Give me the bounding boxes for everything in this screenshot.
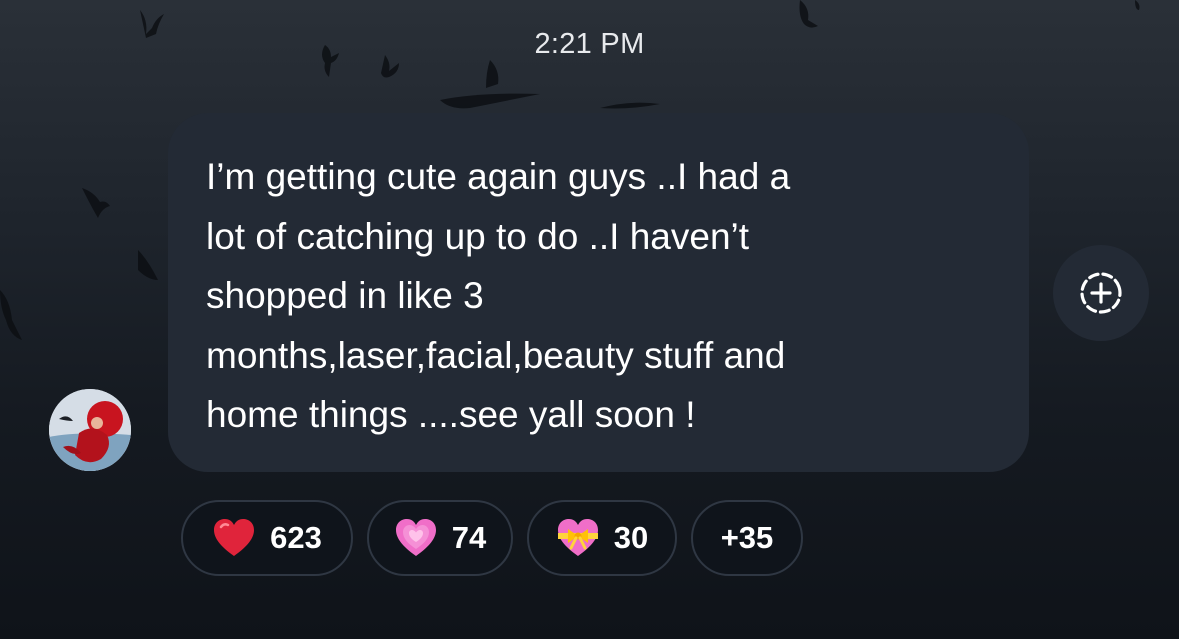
bird-silhouette [486, 60, 499, 88]
add-reaction-button[interactable] [1053, 245, 1149, 341]
growing-heart-icon [394, 518, 438, 558]
reaction-heart-with-ribbon[interactable]: 30 [527, 500, 677, 576]
add-reaction-icon [1080, 272, 1122, 314]
message-line: months,laser,facial,beauty stuff and [206, 334, 786, 376]
message-line: lot of catching up to do ..I haven’t [206, 215, 750, 257]
bird-silhouette [82, 188, 110, 218]
bird-silhouette [600, 102, 660, 109]
reaction-count: 30 [613, 520, 649, 555]
bird-silhouette [0, 290, 22, 340]
reaction-growing-heart[interactable]: 74 [367, 500, 513, 576]
bird-silhouette [1135, 0, 1140, 10]
bird-silhouette [138, 250, 158, 280]
bird-silhouette [799, 0, 818, 28]
message-line: shopped in like 3 [206, 275, 484, 316]
message-line: home things ....see yall soon ! [206, 394, 696, 435]
message-timestamp: 2:21 PM [534, 28, 645, 60]
message-bubble[interactable]: I’m getting cute again guys ..I had a lo… [168, 113, 1029, 472]
heart-with-ribbon-icon [556, 518, 600, 558]
reaction-count: 623 [270, 520, 322, 555]
avatar-image [49, 389, 131, 471]
reaction-red-heart[interactable]: 623 [181, 500, 353, 576]
reaction-more[interactable]: +35 [691, 500, 803, 576]
reaction-more-count: +35 [720, 520, 774, 555]
bird-silhouette [440, 93, 540, 109]
reaction-count: 74 [451, 520, 487, 555]
red-heart-icon [212, 518, 256, 558]
avatar[interactable] [49, 389, 131, 471]
message-line: I’m getting cute again guys ..I had a [206, 156, 791, 197]
